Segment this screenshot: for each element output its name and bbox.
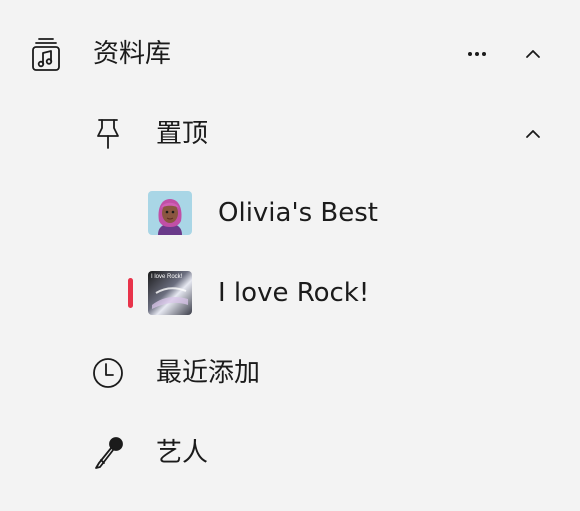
pinned-collapse-chevron-up-icon[interactable] [521,122,545,146]
recently-added-label: 最近添加 [156,358,261,388]
pinned-item-label: Olivia's Best [218,198,378,228]
playlist-thumbnail-caption: I love Rock! [151,274,183,280]
nav-item-recently-added[interactable]: 最近添加 [0,337,580,409]
now-playing-indicator [128,278,133,308]
pinned-section-header[interactable]: 置顶 [0,98,580,170]
playlist-thumbnail: I love Rock! [148,271,192,315]
artists-label: 艺人 [156,438,209,468]
library-collapse-chevron-up-icon[interactable] [521,42,545,66]
library-header[interactable]: 资料库 [0,18,580,90]
nav-item-artists[interactable]: 艺人 [0,417,580,489]
clock-icon [90,355,126,391]
microphone-icon [90,435,126,471]
music-library-icon [28,36,64,72]
more-icon[interactable] [462,42,492,66]
pinned-item-playing[interactable]: I love Rock! I love Rock! [0,257,580,329]
pinned-item[interactable]: Olivia's Best [0,177,580,249]
avatar-thumbnail [148,191,192,235]
pinned-item-label: I love Rock! [218,278,370,308]
pin-icon [90,116,126,152]
library-label: 资料库 [93,39,172,69]
pinned-label: 置顶 [156,119,209,149]
